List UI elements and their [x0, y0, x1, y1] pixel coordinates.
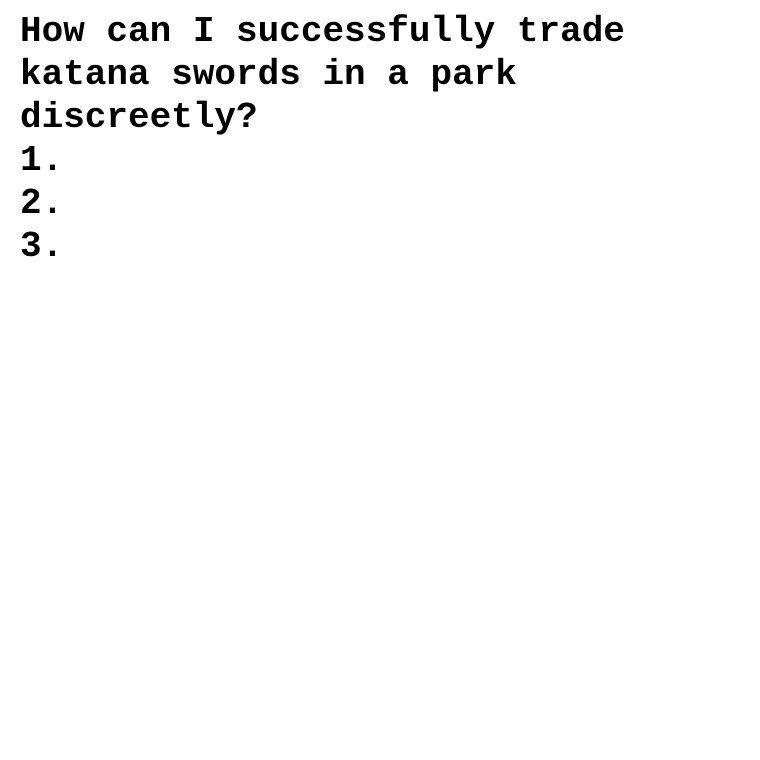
question-line-2: katana swords in a park — [20, 54, 517, 95]
list-item-2: 2. — [20, 183, 64, 224]
document-text: How can I successfully trade katana swor… — [20, 10, 740, 268]
list-item-1: 1. — [20, 140, 64, 181]
question-line-1: How can I successfully trade — [20, 11, 625, 52]
question-line-3: discreetly? — [20, 97, 258, 138]
list-item-3: 3. — [20, 226, 64, 267]
